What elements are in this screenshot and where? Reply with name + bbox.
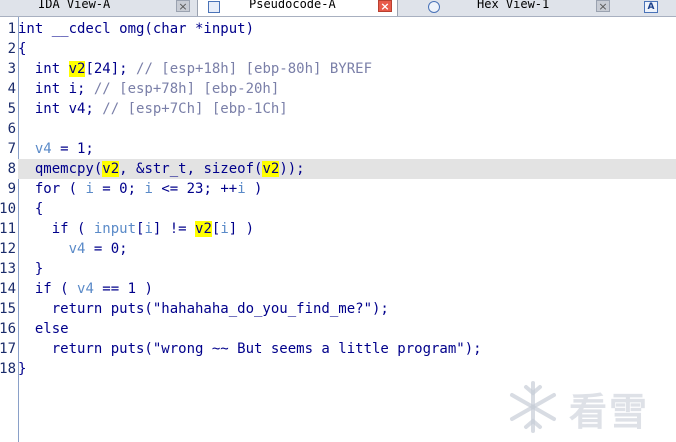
code-token: ));	[279, 161, 305, 177]
code-variable[interactable]: v4	[69, 241, 86, 257]
code-token: ] )	[228, 221, 255, 237]
line-number: 4	[7, 81, 16, 97]
tab-label: Pseudocode-A	[249, 0, 336, 11]
code-line[interactable]: return puts("wrong ~~ But seems a little…	[18, 339, 676, 359]
tab-label: IDA View-A	[38, 0, 111, 11]
code-line[interactable]: if ( v4 == 1 )	[18, 279, 676, 299]
line-number: 17	[0, 341, 16, 357]
code-comment: // [esp+78h] [ebp-20h]	[93, 81, 280, 97]
code-token: if (	[18, 221, 94, 237]
tab-structures[interactable]: A	[640, 0, 676, 16]
code-token: = 1;	[51, 141, 94, 157]
line-number: 16	[0, 321, 16, 337]
line-number: 12	[0, 241, 16, 257]
line-number: 9	[7, 181, 16, 197]
code-token: qmemcpy(	[18, 161, 103, 177]
line-number-gutter: 1 2 3 4 5 6 7 8 9 10 11 12 13 14 15 16 1…	[0, 17, 19, 442]
tab-pseudocode-a[interactable]: Pseudocode-A ×	[197, 0, 398, 16]
code-token: }	[18, 361, 27, 377]
code-line[interactable]: {	[18, 199, 676, 219]
line-number: 18	[0, 361, 16, 377]
code-token: <= 23; ++	[152, 181, 238, 197]
code-line[interactable]: for ( i = 0; i <= 23; ++i )	[18, 179, 676, 199]
line-number: 13	[0, 261, 16, 277]
line-number: 10	[0, 201, 16, 217]
code-line[interactable]	[18, 119, 676, 139]
code-token: == 1 )	[93, 281, 153, 297]
code-line[interactable]: int v2[24]; // [esp+18h] [ebp-80h] BYREF	[18, 59, 676, 79]
code-token: for (	[18, 181, 86, 197]
highlighted-variable[interactable]: v2	[102, 161, 120, 177]
code-variable[interactable]: v4	[77, 281, 94, 297]
code-token: return puts("wrong ~~ But seems a little…	[18, 341, 482, 357]
structures-icon: A	[644, 1, 658, 13]
close-icon[interactable]: ×	[596, 0, 610, 13]
code-token: )	[245, 181, 263, 197]
code-variable[interactable]: input	[94, 221, 136, 237]
code-line[interactable]: else	[18, 319, 676, 339]
line-number: 8	[7, 161, 16, 177]
tab-bar: IDA View-A × Pseudocode-A × Hex View-1 ×…	[0, 0, 676, 17]
line-number: 7	[7, 141, 16, 157]
line-number: 6	[7, 121, 16, 137]
line-number: 14	[0, 281, 16, 297]
highlighted-variable[interactable]: v2	[262, 161, 280, 177]
code-token: int __cdecl omg(char *input)	[18, 21, 255, 37]
code-variable[interactable]: i	[237, 181, 245, 197]
close-icon[interactable]: ×	[176, 0, 190, 13]
code-token: , &str_t, sizeof(	[119, 161, 263, 177]
code-line[interactable]: int __cdecl omg(char *input)	[18, 19, 676, 39]
tab-label: Hex View-1	[477, 0, 550, 11]
code-line[interactable]: }	[18, 359, 676, 379]
code-token: int	[18, 61, 69, 77]
code-comment: // [esp+7Ch] [ebp-1Ch]	[102, 101, 288, 117]
code-variable[interactable]: i	[220, 221, 228, 237]
hex-view-icon	[428, 1, 440, 13]
code-token: int i;	[18, 81, 94, 97]
line-number: 5	[7, 101, 16, 117]
line-number: 15	[0, 301, 16, 317]
code-token: = 0;	[85, 241, 128, 257]
line-number: 1	[7, 21, 16, 37]
code-line[interactable]: if ( input[i] != v2[i] )	[18, 219, 676, 239]
code-line[interactable]: }	[18, 259, 676, 279]
code-token: if (	[18, 281, 78, 297]
line-number: 11	[0, 221, 16, 237]
code-variable[interactable]: v4	[35, 141, 52, 157]
code-token: [24];	[85, 61, 137, 77]
pseudocode-editor[interactable]: 1 2 3 4 5 6 7 8 9 10 11 12 13 14 15 16 1…	[0, 17, 676, 442]
line-number: 3	[7, 61, 16, 77]
kanxue-watermark: 看雪	[505, 379, 665, 439]
pseudocode-icon	[208, 1, 220, 13]
code-line-current[interactable]: qmemcpy(v2, &str_t, sizeof(v2));	[18, 159, 676, 179]
highlighted-variable[interactable]: v2	[68, 61, 86, 77]
code-line[interactable]: {	[18, 39, 676, 59]
highlighted-variable[interactable]: v2	[195, 221, 212, 237]
code-comment: // [esp+18h] [ebp-80h] BYREF	[136, 61, 373, 77]
code-token: }	[18, 261, 44, 277]
code-line[interactable]: int v4; // [esp+7Ch] [ebp-1Ch]	[18, 99, 676, 119]
tab-ida-view-a[interactable]: IDA View-A ×	[0, 0, 195, 16]
tab-hex-view-1[interactable]: Hex View-1 ×	[418, 0, 616, 16]
watermark-text: 看雪	[569, 390, 650, 434]
code-token: = 0;	[93, 181, 145, 197]
code-variable[interactable]: i	[144, 181, 152, 197]
close-icon[interactable]: ×	[378, 0, 392, 13]
code-line[interactable]: int i; // [esp+78h] [ebp-20h]	[18, 79, 676, 99]
code-line[interactable]: v4 = 1;	[18, 139, 676, 159]
line-number: 2	[7, 41, 16, 57]
code-line[interactable]: v4 = 0;	[18, 239, 676, 259]
snowflake-icon	[510, 381, 556, 433]
code-line[interactable]: return puts("hahahaha_do_you_find_me?");	[18, 299, 676, 319]
code-token: return puts("hahahaha_do_you_find_me?");	[18, 301, 389, 317]
code-token: ] !=	[152, 221, 196, 237]
code-token: int v4;	[18, 101, 103, 117]
code-token: {	[18, 41, 27, 57]
code-token: {	[18, 201, 44, 217]
code-token: else	[18, 321, 69, 337]
code-variable[interactable]: i	[85, 181, 93, 197]
code-variable[interactable]: i	[144, 221, 152, 237]
